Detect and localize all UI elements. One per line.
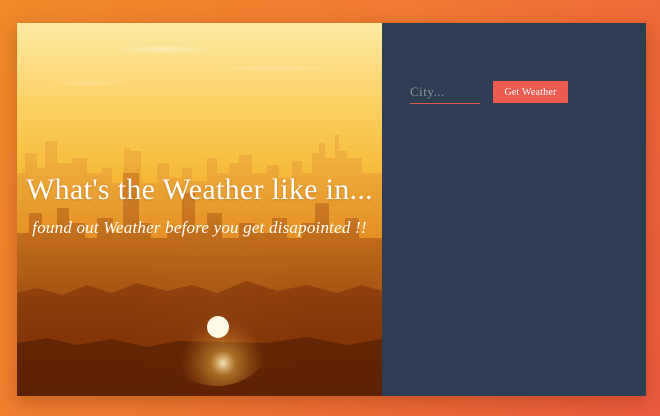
hero-city-sunset-image: What's the Weather like in... found out …: [17, 23, 382, 396]
weather-form-panel: Get Weather: [382, 23, 646, 396]
hero-headline: What's the Weather like in...: [26, 173, 373, 206]
city-input[interactable]: [410, 81, 480, 104]
weather-card: What's the Weather like in... found out …: [17, 23, 646, 396]
city-skyline-silhouette: [17, 135, 382, 396]
hero-tagline: found out Weather before you get disapoi…: [32, 218, 367, 237]
get-weather-button[interactable]: Get Weather: [493, 81, 568, 103]
